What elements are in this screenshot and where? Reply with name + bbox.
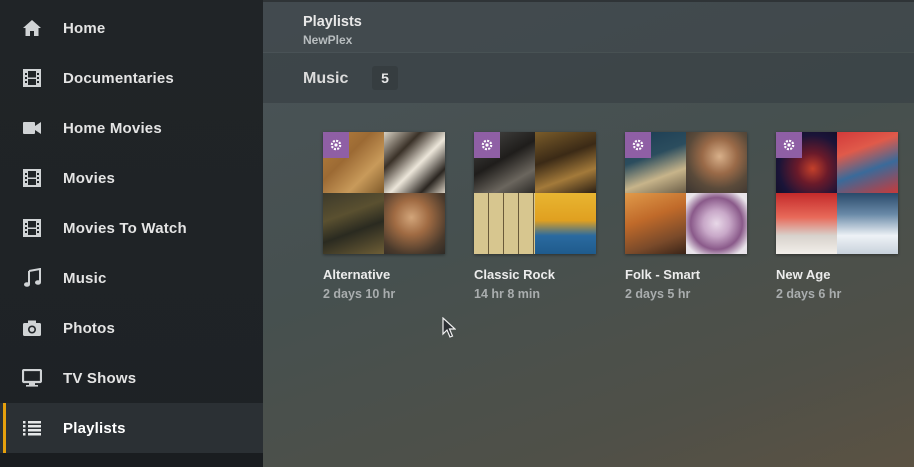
playlist-duration: 2 days 5 hr [625,287,691,301]
sidebar-item-label: Photos [63,319,116,337]
sidebar-item-label: Music [63,269,107,287]
sidebar-item-movies[interactable]: Movies [0,153,263,203]
playlist-title[interactable]: Alternative [323,267,390,282]
section-header: Music 5 [263,53,914,103]
playlist-duration: 2 days 6 hr [776,287,842,301]
mouse-cursor-icon [442,316,457,344]
sidebar-item-tv-shows[interactable]: TV Shows [0,353,263,403]
sidebar-item-movies-to-watch[interactable]: Movies To Watch [0,203,263,253]
sidebar-footer [0,453,263,467]
sidebar-item-home[interactable]: Home [0,3,263,53]
header-bar: Playlists NewPlex [263,0,914,52]
sidebar-item-label: Movies To Watch [63,219,187,237]
film-icon [21,167,43,189]
active-indicator [3,403,6,453]
playlist-card-new-age[interactable]: New Age 2 days 6 hr [776,132,900,312]
playlist-duration: 2 days 10 hr [323,287,396,301]
server-name: NewPlex [303,33,353,47]
film-icon [21,217,43,239]
sidebar-item-label: Documentaries [63,69,174,87]
section-count-badge: 5 [372,66,398,90]
playlist-title[interactable]: New Age [776,267,830,282]
main-content: Playlists NewPlex Music 5 Alternative 2 … [263,0,914,467]
playlist-card-classic-rock[interactable]: Classic Rock 14 hr 8 min [474,132,598,312]
gear-icon [776,132,802,158]
playlist-title[interactable]: Classic Rock [474,267,555,282]
sidebar-item-label: Home Movies [63,119,162,137]
sidebar-item-photos[interactable]: Photos [0,303,263,353]
sidebar: Home Documentaries Home Movies Movies Mo… [0,0,263,467]
page-title: Playlists [303,14,362,30]
sidebar-item-label: Movies [63,169,116,187]
playlist-card-alternative[interactable]: Alternative 2 days 10 hr [323,132,447,312]
gear-icon [625,132,651,158]
sidebar-item-playlists[interactable]: Playlists [0,403,263,453]
camera-icon [21,317,43,339]
sidebar-item-home-movies[interactable]: Home Movies [0,103,263,153]
sidebar-item-music[interactable]: Music [0,253,263,303]
home-icon [21,17,43,39]
film-icon [21,67,43,89]
sidebar-item-label: TV Shows [63,369,137,387]
gear-icon [323,132,349,158]
playlist-poster[interactable] [323,132,445,254]
sidebar-item-documentaries[interactable]: Documentaries [0,53,263,103]
gear-icon [474,132,500,158]
sidebar-item-label: Playlists [63,419,126,437]
playlist-poster[interactable] [776,132,898,254]
section-title[interactable]: Music [303,70,348,88]
playlist-poster[interactable] [474,132,596,254]
sidebar-item-label: Home [63,19,106,37]
list-icon [21,417,43,439]
video-camera-icon [21,117,43,139]
tv-icon [21,367,43,389]
playlist-poster[interactable] [625,132,747,254]
playlist-card-folk-smart[interactable]: Folk - Smart 2 days 5 hr [625,132,749,312]
playlist-title[interactable]: Folk - Smart [625,267,700,282]
playlist-duration: 14 hr 8 min [474,287,540,301]
music-note-icon [21,267,43,289]
